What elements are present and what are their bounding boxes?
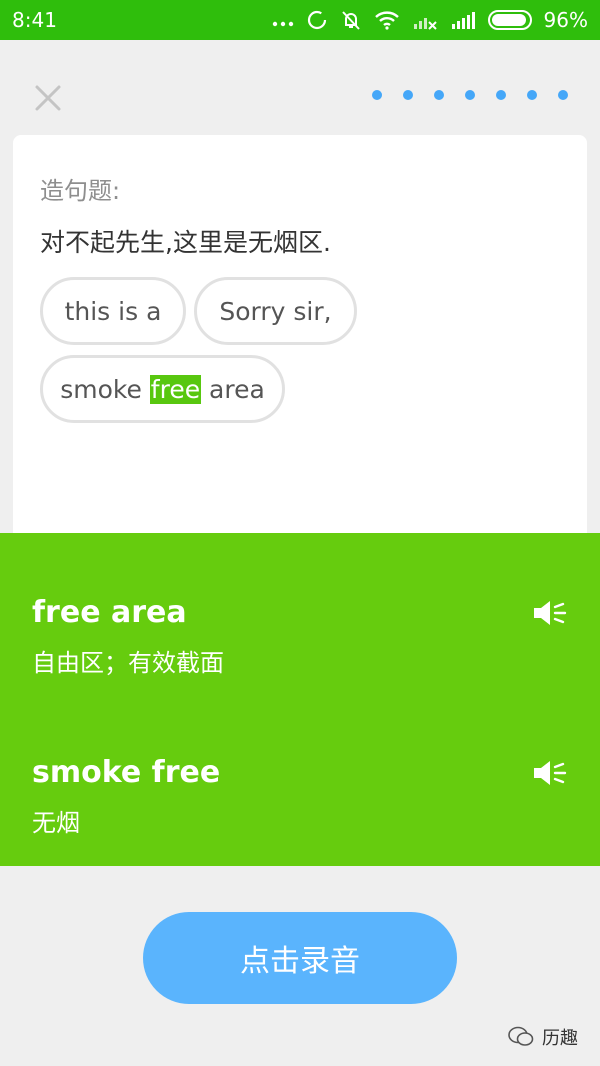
suggestion-phrase: free area — [32, 595, 187, 630]
signal-icon — [451, 12, 475, 29]
battery-fill — [491, 14, 527, 26]
top-bar — [0, 40, 600, 135]
status-time: 8:41 — [12, 8, 57, 32]
progress-dot — [372, 90, 382, 100]
answer-chip[interactable]: smoke free area — [40, 355, 285, 423]
status-icons: 96% — [272, 8, 588, 32]
chip-text-before: smoke — [60, 374, 150, 404]
suggestion-item[interactable]: smoke free 无烟 — [32, 751, 568, 838]
progress-dot — [558, 90, 568, 100]
progress-dot — [496, 90, 506, 100]
watermark: 历趣 — [508, 1024, 578, 1050]
suggestion-meaning: 自由区；有效截面 — [32, 649, 224, 677]
answer-chip[interactable]: this is a — [40, 277, 186, 345]
mute-bell-icon — [341, 11, 360, 30]
wechat-icon — [508, 1026, 534, 1046]
battery-icon — [487, 10, 532, 30]
suggestion-meaning: 无烟 — [32, 809, 80, 837]
question-type-label: 造句题: — [40, 177, 121, 205]
progress-dots — [372, 90, 568, 100]
chip-text: this is a — [64, 296, 162, 326]
progress-dot — [465, 90, 475, 100]
speaker-icon[interactable] — [532, 597, 568, 629]
speaker-icon[interactable] — [532, 757, 568, 789]
answer-chip[interactable]: Sorry sir, — [194, 277, 357, 345]
question-card: 造句题: 对不起先生,这里是无烟区. this is a Sorry sir, … — [13, 135, 587, 555]
chip-text-after: area — [201, 374, 265, 404]
record-button[interactable]: 点击录音 — [143, 912, 457, 1004]
wifi-icon — [374, 11, 399, 30]
more-dots-icon — [272, 21, 293, 27]
question-sentence: 对不起先生,这里是无烟区. — [40, 228, 331, 257]
suggestion-item[interactable]: free area 自由区；有效截面 — [32, 591, 568, 678]
watermark-text: 历趣 — [542, 1028, 578, 1049]
battery-percent: 96% — [543, 8, 588, 32]
record-button-label: 点击录音 — [240, 944, 360, 979]
signal-off-icon — [413, 18, 437, 30]
progress-dot — [527, 90, 537, 100]
chip-text: Sorry sir, — [219, 296, 332, 326]
status-bar: 8:41 96% — [0, 0, 600, 40]
sync-icon — [307, 10, 326, 30]
close-icon[interactable] — [30, 80, 66, 116]
progress-dot — [403, 90, 413, 100]
suggestion-phrase: smoke free — [32, 755, 221, 790]
suggestion-panel: free area 自由区；有效截面 smoke free 无烟 — [0, 533, 600, 866]
progress-dot — [434, 90, 444, 100]
chip-text-highlight: free — [149, 374, 202, 404]
